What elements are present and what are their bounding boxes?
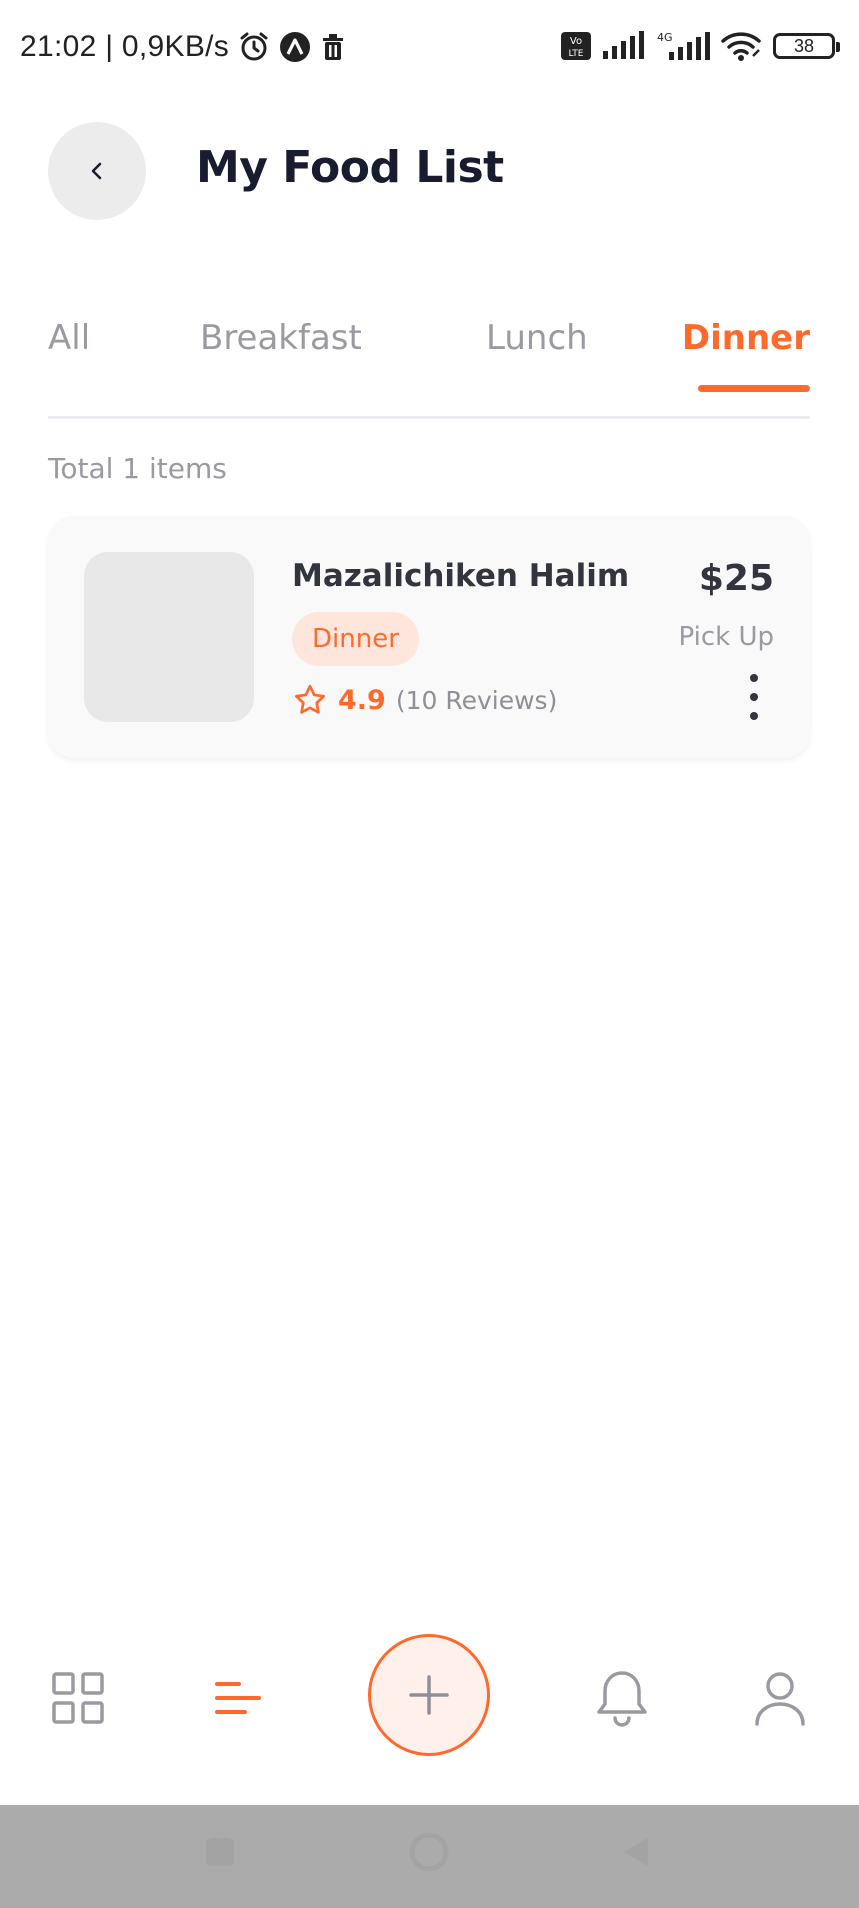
recent-apps-button[interactable] bbox=[203, 1835, 237, 1869]
active-tab-indicator bbox=[698, 385, 810, 392]
rating-value: 4.9 bbox=[338, 684, 386, 716]
category-badge: Dinner bbox=[292, 612, 419, 666]
nav-profile[interactable] bbox=[748, 1666, 812, 1730]
tab-all[interactable]: All bbox=[48, 318, 90, 358]
food-name: Mazalichiken Halim bbox=[292, 558, 630, 594]
nav-notifications[interactable] bbox=[590, 1666, 654, 1730]
svg-text:LTE: LTE bbox=[569, 49, 584, 59]
review-count: (10 Reviews) bbox=[395, 685, 558, 715]
status-right: Vo LTE 4G 38 bbox=[561, 30, 840, 62]
tabs-divider bbox=[48, 416, 810, 419]
rating: 4.9 (10 Reviews) bbox=[292, 682, 557, 718]
system-nav-bar bbox=[0, 1805, 859, 1908]
food-item-card[interactable]: Mazalichiken Halim Dinner 4.9 (10 Review… bbox=[48, 516, 810, 758]
status-left: 21:02 | 0,9KB/s bbox=[20, 30, 347, 64]
signal-4g-icon: 4G bbox=[655, 30, 711, 62]
category-tabs: All Breakfast Lunch Dinner bbox=[48, 318, 810, 418]
tab-dinner[interactable]: Dinner bbox=[682, 318, 810, 358]
grid-icon bbox=[52, 1672, 104, 1724]
volte-icon: Vo LTE bbox=[561, 32, 591, 60]
back-button[interactable] bbox=[48, 122, 146, 220]
tab-lunch[interactable]: Lunch bbox=[486, 318, 588, 358]
delivery-type: Pick Up bbox=[678, 622, 774, 652]
trash-icon bbox=[319, 32, 347, 62]
more-options-icon[interactable] bbox=[744, 674, 764, 720]
circle-icon bbox=[409, 1832, 449, 1872]
square-icon bbox=[206, 1838, 234, 1866]
alarm-icon bbox=[237, 30, 271, 64]
network-4g-label: 4G bbox=[657, 31, 673, 44]
status-bar: 21:02 | 0,9KB/s Vo LTE 4G 38 bbox=[0, 0, 859, 100]
page-title: My Food List bbox=[196, 142, 504, 193]
menu-list-icon bbox=[215, 1682, 261, 1714]
battery-level: 38 bbox=[793, 35, 815, 56]
svg-text:Vo: Vo bbox=[570, 36, 582, 47]
plus-icon bbox=[409, 1675, 449, 1715]
bottom-nav bbox=[0, 1620, 859, 1770]
nav-food-list[interactable] bbox=[208, 1668, 268, 1728]
tab-breakfast[interactable]: Breakfast bbox=[200, 318, 362, 358]
food-price: $25 bbox=[698, 558, 774, 599]
chevron-left-icon bbox=[91, 162, 102, 180]
status-time: 21:02 | 0,9KB/s bbox=[20, 30, 230, 63]
battery-indicator: 38 bbox=[773, 33, 840, 59]
app-logo-icon bbox=[279, 31, 311, 63]
star-icon bbox=[295, 684, 325, 714]
total-items-label: Total 1 items bbox=[48, 452, 227, 485]
signal-icon bbox=[601, 31, 645, 61]
wifi-icon bbox=[721, 30, 763, 62]
triangle-back-icon bbox=[623, 1838, 648, 1866]
home-button[interactable] bbox=[408, 1831, 450, 1873]
food-image-placeholder bbox=[84, 552, 254, 722]
category-badge-label: Dinner bbox=[312, 624, 399, 654]
user-icon bbox=[755, 1672, 805, 1726]
bell-icon bbox=[597, 1671, 647, 1727]
nav-dashboard[interactable] bbox=[48, 1668, 108, 1728]
system-back-button[interactable] bbox=[618, 1835, 652, 1869]
add-item-button[interactable] bbox=[368, 1634, 490, 1756]
